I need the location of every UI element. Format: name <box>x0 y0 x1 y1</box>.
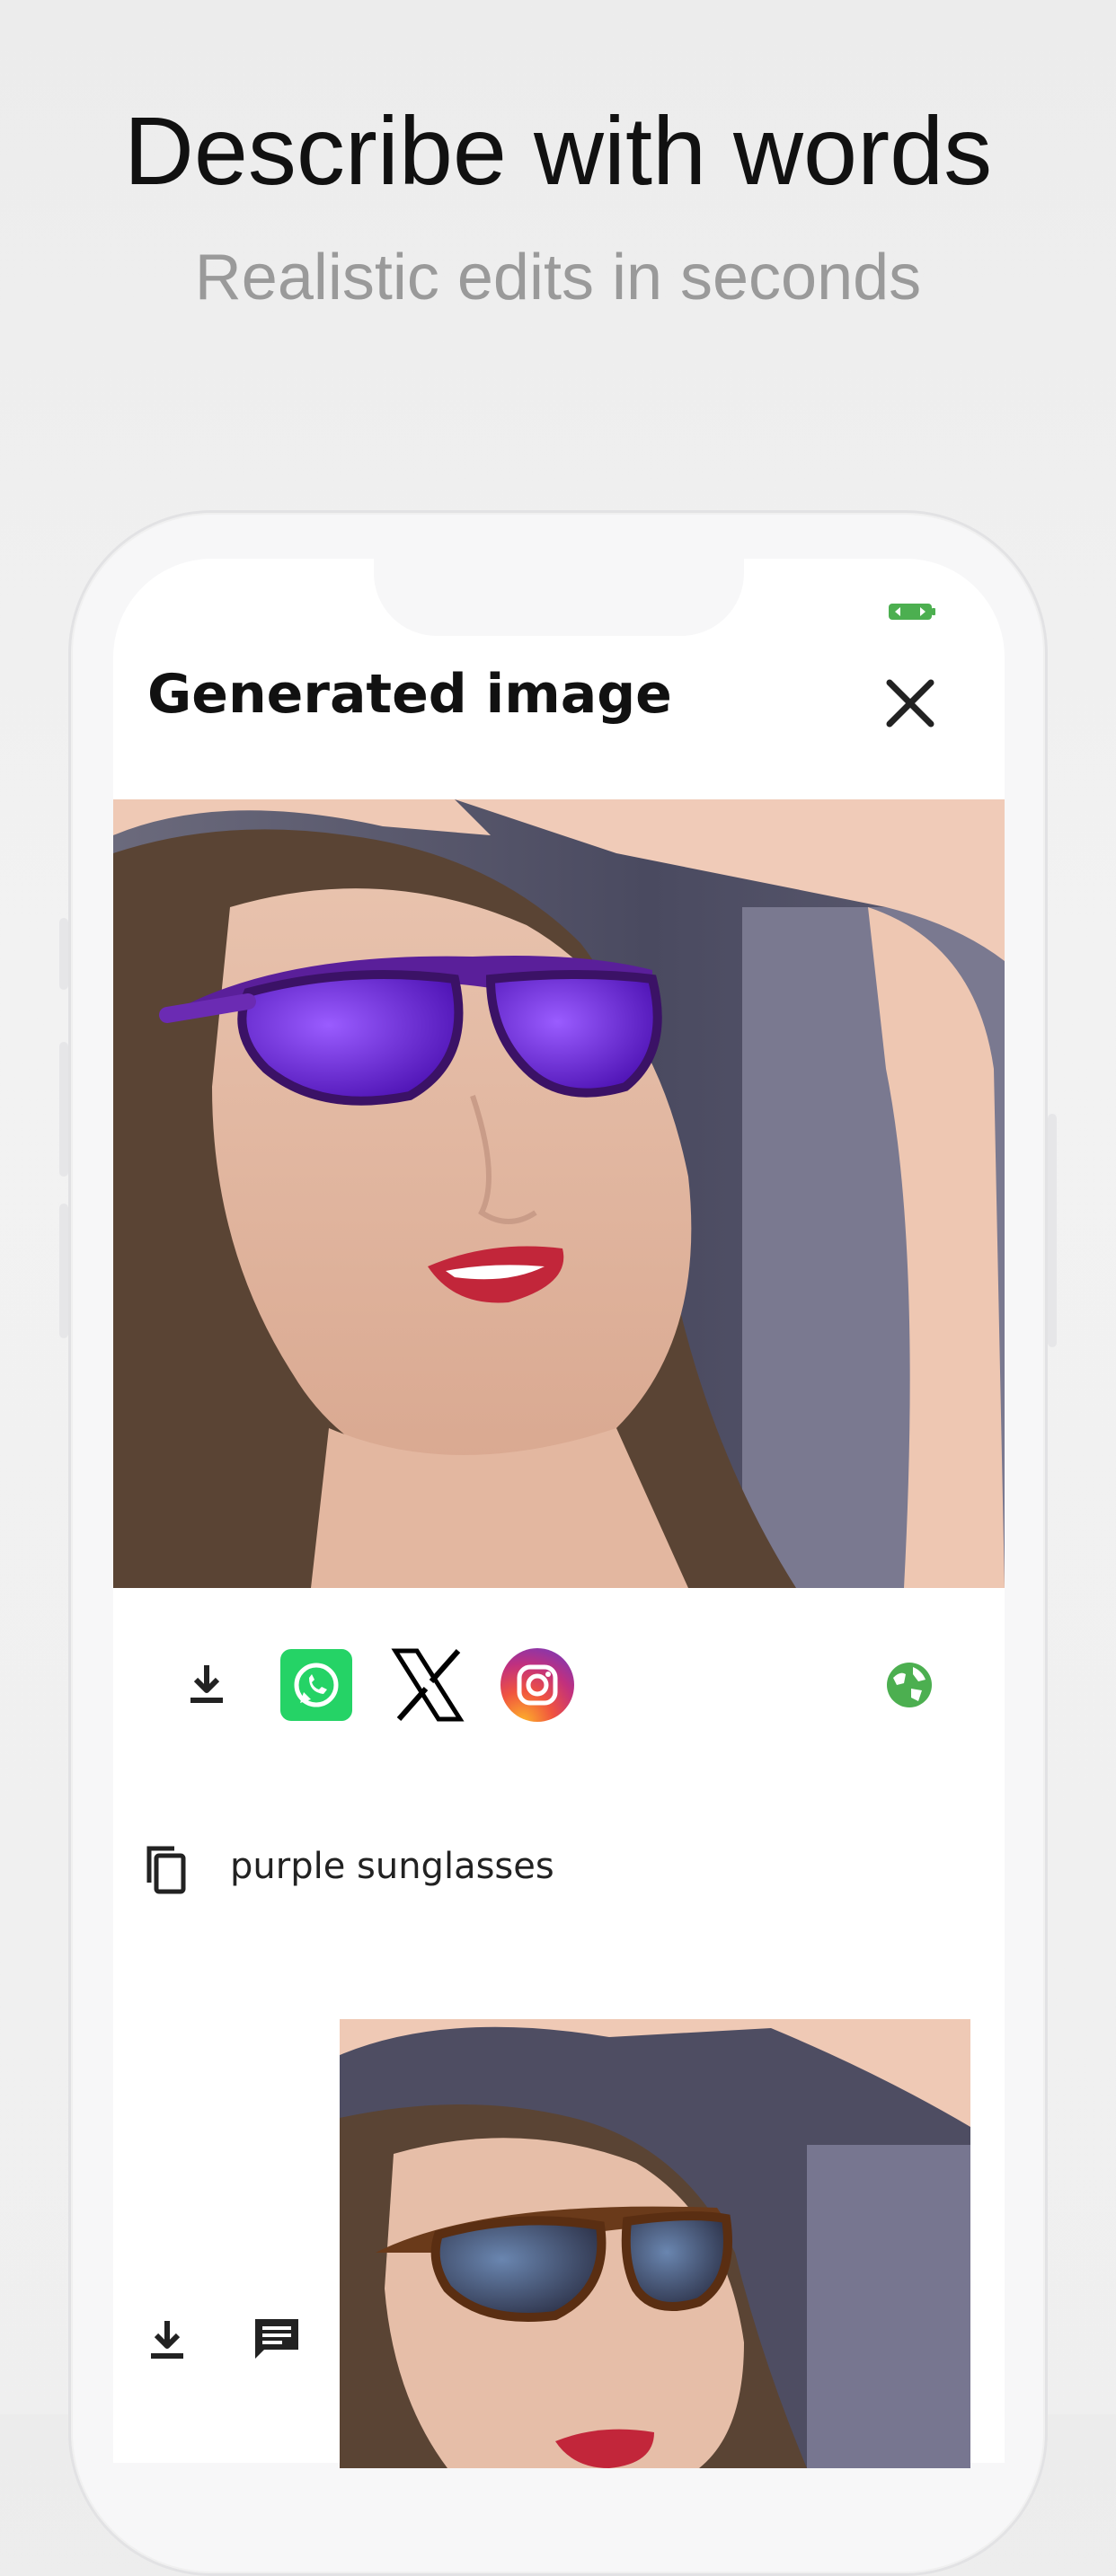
whatsapp-icon[interactable] <box>280 1649 352 1721</box>
phone-volume-up <box>59 1042 68 1177</box>
phone-side-button <box>59 918 68 990</box>
comment-icon[interactable] <box>252 2316 302 2362</box>
battery-icon <box>889 604 935 620</box>
x-icon[interactable] <box>390 1647 465 1723</box>
instagram-icon[interactable] <box>500 1647 575 1723</box>
prompt-text: purple sunglasses <box>230 1846 554 1887</box>
download-icon[interactable] <box>147 2317 187 2362</box>
marketing-headline: Describe with words <box>123 96 993 205</box>
phone-volume-down <box>59 1204 68 1338</box>
close-icon[interactable] <box>879 672 942 735</box>
phone-power-button <box>1048 1114 1057 1347</box>
copy-icon[interactable] <box>140 1843 189 1895</box>
phone-notch <box>374 555 744 636</box>
globe-icon[interactable] <box>886 1662 933 1708</box>
page-title: Generated image <box>147 663 672 726</box>
generated-image[interactable] <box>113 799 1005 1588</box>
original-image[interactable] <box>340 2019 970 2468</box>
download-icon[interactable] <box>187 1662 226 1707</box>
marketing-subline: Realistic edits in seconds <box>194 242 922 313</box>
